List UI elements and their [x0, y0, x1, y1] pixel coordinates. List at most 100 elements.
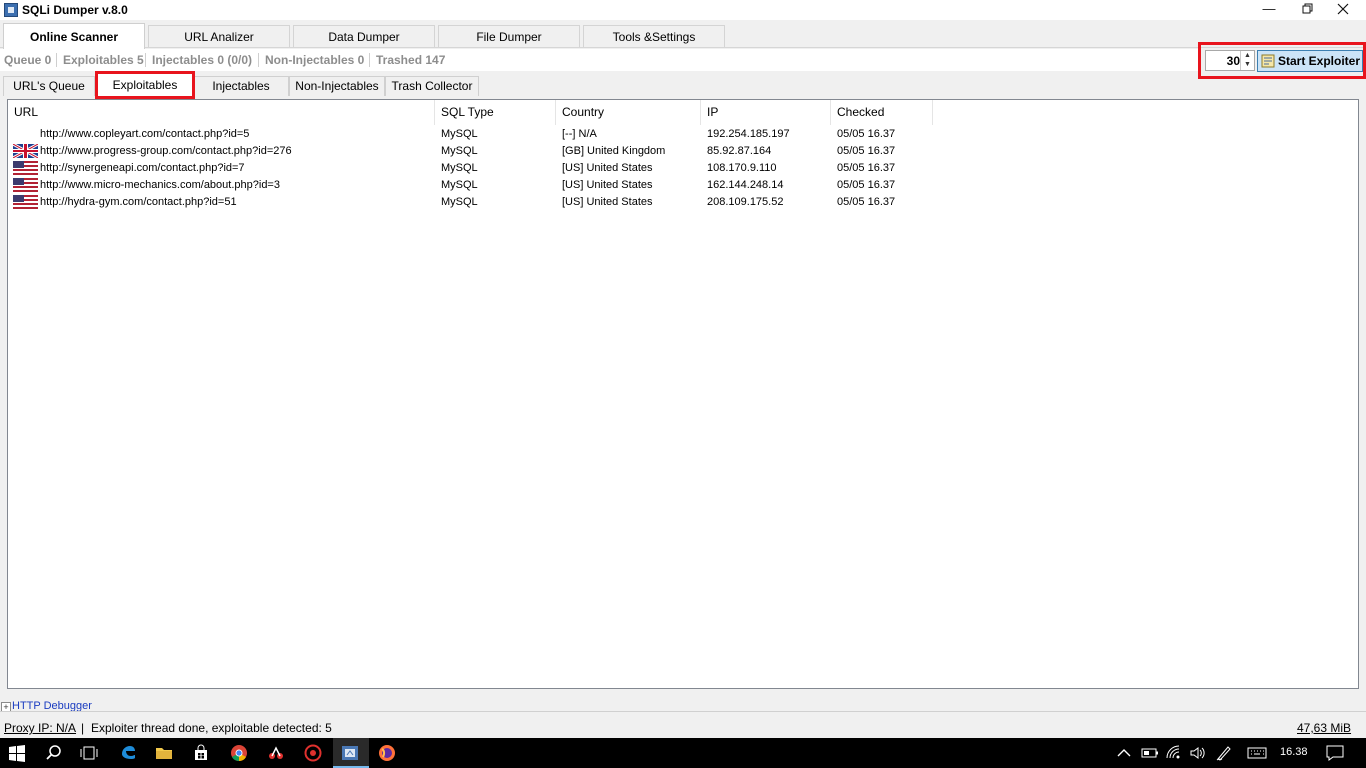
row-ip: 108.170.9.110 [707, 162, 777, 174]
row-checked: 05/05 16.37 [837, 162, 896, 174]
chrome-icon [231, 745, 247, 762]
restore-icon [1302, 3, 1313, 14]
divider [0, 711, 1366, 712]
row-url: http://www.micro-mechanics.com/about.php… [40, 179, 280, 191]
chrome-button[interactable] [222, 738, 258, 768]
row-url: http://www.progress-group.com/contact.ph… [40, 145, 292, 157]
row-sql-type: MySQL [441, 179, 478, 191]
counter-divider [145, 53, 146, 67]
search-button[interactable] [37, 738, 73, 768]
exploiter-icon [1261, 54, 1275, 68]
sub-tab-strip: URL's Queue Exploitables Injectables Non… [0, 73, 1366, 97]
row-ip: 85.92.87.164 [707, 145, 772, 157]
spinner-down-icon[interactable]: ▼ [1241, 60, 1254, 69]
window-title: SQLi Dumper v.8.0 [22, 3, 128, 17]
windows-start-button[interactable] [0, 738, 36, 768]
column-header-sql-type[interactable]: SQL Type [435, 100, 556, 125]
row-country: [--] N/A [562, 128, 597, 140]
tab-data-dumper[interactable]: Data Dumper [293, 25, 435, 47]
battery-button[interactable] [1138, 738, 1162, 768]
show-hidden-icons-button[interactable] [1112, 738, 1136, 768]
thread-count-spinner[interactable]: 30 ▲ ▼ [1205, 50, 1255, 71]
store-icon [195, 744, 207, 760]
proxy-ip-link[interactable]: Proxy IP: N/A [4, 721, 76, 735]
start-exploiter-button[interactable]: Start Exploiter [1257, 50, 1363, 72]
row-ip: 162.144.248.14 [707, 179, 784, 191]
wifi-icon [1166, 745, 1180, 759]
app-icon [269, 746, 283, 759]
keyboard-icon [1247, 747, 1267, 759]
network-button[interactable] [1162, 738, 1186, 768]
tab-non-injectables[interactable]: Non-Injectables [289, 76, 385, 96]
row-url: http://www.copleyart.com/contact.php?id=… [40, 128, 250, 140]
status-separator: | [81, 721, 85, 735]
spinner-arrows[interactable]: ▲ ▼ [1240, 51, 1254, 70]
battery-icon [1141, 748, 1158, 758]
windows-start-icon [9, 745, 25, 762]
column-header-ip[interactable]: IP [701, 100, 831, 125]
app-icon [304, 744, 322, 762]
task-view-button[interactable] [72, 738, 108, 768]
tab-urls-queue[interactable]: URL's Queue [3, 76, 95, 96]
search-icon [46, 745, 61, 760]
tab-injectables[interactable]: Injectables [193, 76, 289, 96]
counter-divider [258, 53, 259, 67]
injectables-count: Injectables 0 (0/0) [152, 53, 253, 67]
row-checked: 05/05 16.37 [837, 128, 896, 140]
memory-usage-link[interactable]: 47,63 MiB [1297, 721, 1351, 735]
touch-keyboard-button[interactable] [1242, 738, 1272, 768]
tab-online-scanner[interactable]: Online Scanner [3, 23, 145, 49]
row-country: [US] United States [562, 196, 653, 208]
close-button[interactable] [1320, 0, 1366, 20]
row-url: http://synergeneapi.com/contact.php?id=7 [40, 162, 245, 174]
tab-tools-settings[interactable]: Tools &Settings [583, 25, 725, 47]
row-sql-type: MySQL [441, 145, 478, 157]
pen-button[interactable] [1212, 738, 1236, 768]
row-url: http://hydra-gym.com/contact.php?id=51 [40, 196, 237, 208]
edge-button[interactable] [111, 738, 147, 768]
volume-button[interactable] [1186, 738, 1210, 768]
tab-trash-collector[interactable]: Trash Collector [385, 76, 479, 96]
row-ip: 208.109.175.52 [707, 196, 784, 208]
status-bar: Proxy IP: N/A | Exploiter thread done, e… [0, 718, 1366, 738]
row-checked: 05/05 16.37 [837, 179, 896, 191]
row-checked: 05/05 16.37 [837, 196, 896, 208]
store-button[interactable] [184, 738, 220, 768]
counter-divider [369, 53, 370, 67]
status-message: Exploiter thread done, exploitable detec… [91, 721, 332, 735]
sqli-dumper-taskbar-button[interactable] [333, 738, 369, 768]
edge-icon [122, 746, 135, 759]
main-tab-strip: Online Scanner URL Analizer Data Dumper … [0, 20, 1366, 49]
exploitables-count: Exploitables 5 [63, 53, 144, 67]
column-header-checked[interactable]: Checked [831, 100, 933, 125]
column-header-url[interactable]: URL [8, 100, 435, 125]
row-country: [GB] United Kingdom [562, 145, 666, 157]
title-bar: SQLi Dumper v.8.0 — [0, 0, 1366, 20]
column-header-country[interactable]: Country [556, 100, 701, 125]
start-exploiter-label: Start Exploiter [1278, 54, 1361, 68]
clock[interactable]: 16.38 [1280, 746, 1308, 758]
trashed-count: Trashed 147 [376, 53, 446, 67]
row-country: [US] United States [562, 179, 653, 191]
taskbar-app-button[interactable] [296, 738, 332, 768]
exploitables-tab-highlight [95, 71, 195, 99]
sqli-dumper-icon [342, 746, 358, 760]
row-checked: 05/05 16.37 [837, 145, 896, 157]
counter-divider [56, 53, 57, 67]
task-view-icon [80, 746, 98, 760]
queue-count: Queue 0 [4, 53, 52, 67]
notification-icon [1326, 745, 1344, 761]
action-center-button[interactable] [1320, 738, 1350, 768]
file-explorer-button[interactable] [147, 738, 183, 768]
thread-count-value[interactable]: 30 [1206, 54, 1240, 68]
exploitables-list[interactable]: URL SQL Type Country IP Checked http://w… [7, 99, 1359, 689]
taskbar-app-button[interactable] [259, 738, 295, 768]
taskbar: 16.38 [0, 738, 1366, 768]
close-icon [1337, 3, 1349, 15]
spinner-up-icon[interactable]: ▲ [1241, 51, 1254, 60]
row-country: [US] United States [562, 162, 653, 174]
firefox-button[interactable] [370, 738, 406, 768]
scanner-counters: Queue 0 Exploitables 5 Injectables 0 (0/… [0, 49, 1200, 71]
tab-file-dumper[interactable]: File Dumper [438, 25, 580, 47]
tab-url-analizer[interactable]: URL Analizer [148, 25, 290, 47]
